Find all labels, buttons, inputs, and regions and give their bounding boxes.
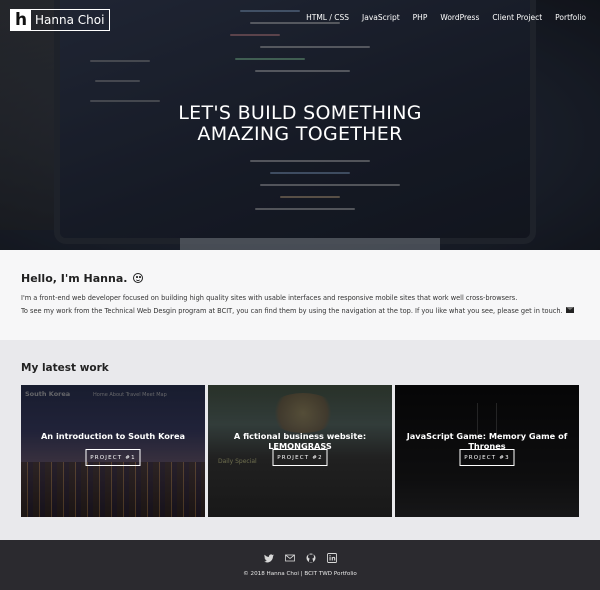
project-1-title: An introduction to South Korea <box>40 431 186 441</box>
envelope-icon[interactable] <box>284 553 295 563</box>
project-3-title: JavaScript Game: Memory Game of Thrones <box>406 431 568 451</box>
hero-title-line-1: LET'S BUILD SOMETHING <box>178 102 422 124</box>
nav-item-wordpress[interactable]: WordPress <box>440 13 479 22</box>
intro-paragraph-1: I'm a front-end web developer focused on… <box>21 294 518 302</box>
nav-item-client-project[interactable]: Client Project <box>492 13 542 22</box>
github-icon[interactable] <box>306 553 316 563</box>
intro-heading: Hello, I'm Hanna. <box>21 272 579 285</box>
site-logo[interactable]: h Hanna Choi <box>10 9 111 31</box>
twitter-icon[interactable] <box>263 553 274 563</box>
main-nav: HTML / CSS JavaScript PHP WordPress Clie… <box>306 13 586 22</box>
site-footer: © 2018 Hanna Choi | BCIT TWD Portfolio <box>0 540 600 590</box>
intro-section: Hello, I'm Hanna. I'm a front-end web de… <box>0 250 600 340</box>
project-1-button[interactable]: PROJECT #1 <box>85 449 141 466</box>
latest-work-heading: My latest work <box>21 362 109 374</box>
logo-mark: h <box>11 10 31 30</box>
nav-item-php[interactable]: PHP <box>413 13 428 22</box>
project-2-title: A fictional business website: LEMONGRASS <box>233 431 367 451</box>
hero-banner: h Hanna Choi HTML / CSS JavaScript PHP W… <box>0 0 600 250</box>
hero-title: LET'S BUILD SOMETHING AMAZING TOGETHER <box>0 103 600 145</box>
latest-work-section: My latest work South Korea Home About Tr… <box>0 340 600 540</box>
project-card-2[interactable]: Daily Special A fictional business websi… <box>208 385 392 517</box>
project-card-1[interactable]: South Korea Home About Travel Meet Map A… <box>21 385 205 517</box>
envelope-icon[interactable] <box>565 307 574 313</box>
nav-item-portfolio[interactable]: Portfolio <box>555 13 586 22</box>
intro-paragraph-2-text: To see my work from the Technical Web De… <box>21 307 563 315</box>
social-icons <box>0 553 600 563</box>
intro-heading-text: Hello, I'm Hanna. <box>21 272 128 285</box>
hero-title-line-2: AMAZING TOGETHER <box>197 123 403 145</box>
logo-name: Hanna Choi <box>35 13 105 27</box>
footer-copyright: © 2018 Hanna Choi | BCIT TWD Portfolio <box>243 571 357 577</box>
nav-item-javascript[interactable]: JavaScript <box>362 13 400 22</box>
smile-icon <box>133 273 144 283</box>
nav-item-html-css[interactable]: HTML / CSS <box>306 13 349 22</box>
project-2-button[interactable]: PROJECT #2 <box>272 449 328 466</box>
project-card-3[interactable]: JavaScript Game: Memory Game of Thrones … <box>395 385 579 517</box>
intro-paragraph-2: To see my work from the Technical Web De… <box>21 305 579 318</box>
linkedin-icon[interactable] <box>326 553 337 563</box>
project-3-button[interactable]: PROJECT #3 <box>459 449 515 466</box>
